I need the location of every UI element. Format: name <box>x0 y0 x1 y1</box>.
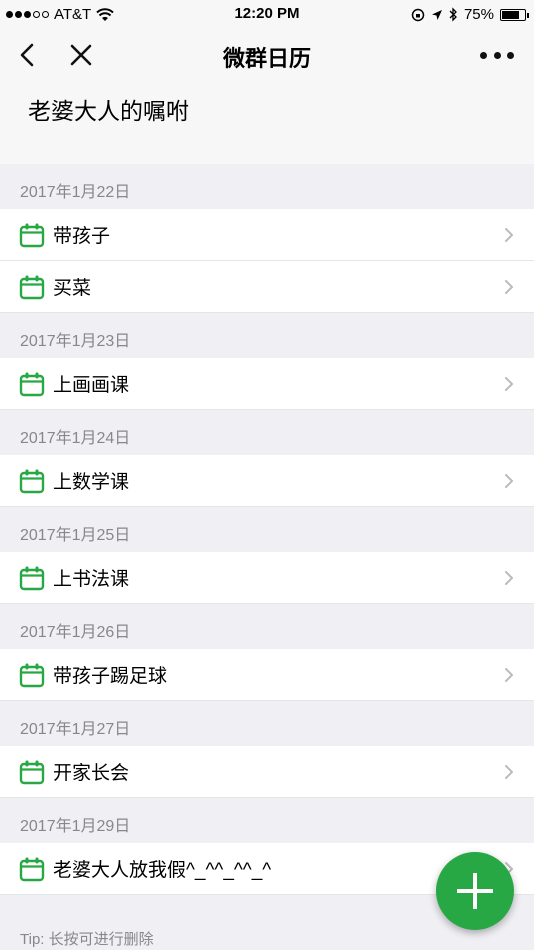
nav-bar: 微群日历 <box>0 30 534 80</box>
calendar-icon <box>19 222 45 248</box>
list-item-label: 上画画课 <box>53 375 130 396</box>
chevron-right-icon <box>504 227 514 243</box>
list-item[interactable]: 上书法课 <box>0 552 534 604</box>
date-header: 2017年1月29日 <box>20 818 131 835</box>
calendar-icon <box>19 468 45 494</box>
list-item-label: 带孩子踢足球 <box>53 666 168 687</box>
location-icon <box>431 9 442 20</box>
more-icon[interactable] <box>480 44 514 66</box>
list-item[interactable]: 买菜 <box>0 261 534 313</box>
battery-icon <box>500 8 529 21</box>
list-item[interactable]: 带孩子 <box>0 209 534 261</box>
calendar-icon <box>19 759 45 785</box>
calendar-icon <box>19 274 45 300</box>
date-header: 2017年1月27日 <box>20 721 131 738</box>
list-item-label: 老婆大人放我假^_^^_^^_^ <box>53 860 272 881</box>
calendar-icon <box>19 371 45 397</box>
calendar-icon <box>19 565 45 591</box>
battery-fill <box>502 10 519 19</box>
chevron-right-icon <box>504 376 514 392</box>
list-item[interactable]: 上画画课 <box>0 358 534 410</box>
bluetooth-icon <box>449 7 457 22</box>
date-header: 2017年1月22日 <box>20 184 131 201</box>
tip-text: Tip: 长按可进行删除 <box>0 920 534 950</box>
status-bar: AT&T 12:20 PM 75% <box>0 0 534 30</box>
chevron-right-icon <box>504 279 514 295</box>
list-item-label: 买菜 <box>53 278 92 299</box>
chevron-right-icon <box>504 667 514 683</box>
date-header: 2017年1月23日 <box>20 333 131 350</box>
list-item-label: 上书法课 <box>53 569 130 590</box>
page-title: 微群日历 <box>222 46 311 71</box>
calendar-icon <box>19 856 45 882</box>
heading-text: 老婆大人的嘱咐 <box>28 98 189 124</box>
list-item[interactable]: 开家长会 <box>0 746 534 798</box>
chevron-right-icon <box>504 764 514 780</box>
list-item-label: 带孩子 <box>53 226 111 247</box>
page-heading: 老婆大人的嘱咐 <box>0 80 534 164</box>
chevron-right-icon <box>504 570 514 586</box>
status-right: 75% <box>411 6 529 23</box>
list-item-label: 上数学课 <box>53 472 130 493</box>
calendar-icon <box>19 662 45 688</box>
list-item-label: 开家长会 <box>53 763 130 784</box>
date-header: 2017年1月25日 <box>20 527 131 544</box>
date-header: 2017年1月26日 <box>20 624 131 641</box>
orientation-lock-icon <box>411 8 425 21</box>
event-list: 2017年1月22日带孩子买菜 2017年1月23日上画画课 2017年1月24日上… <box>0 164 534 895</box>
chevron-right-icon <box>504 473 514 489</box>
date-header: 2017年1月24日 <box>20 430 131 447</box>
list-item[interactable]: 上数学课 <box>0 455 534 507</box>
add-event-button[interactable] <box>436 852 514 930</box>
list-item[interactable]: 带孩子踢足球 <box>0 649 534 701</box>
battery-percent: 75% <box>463 6 494 23</box>
